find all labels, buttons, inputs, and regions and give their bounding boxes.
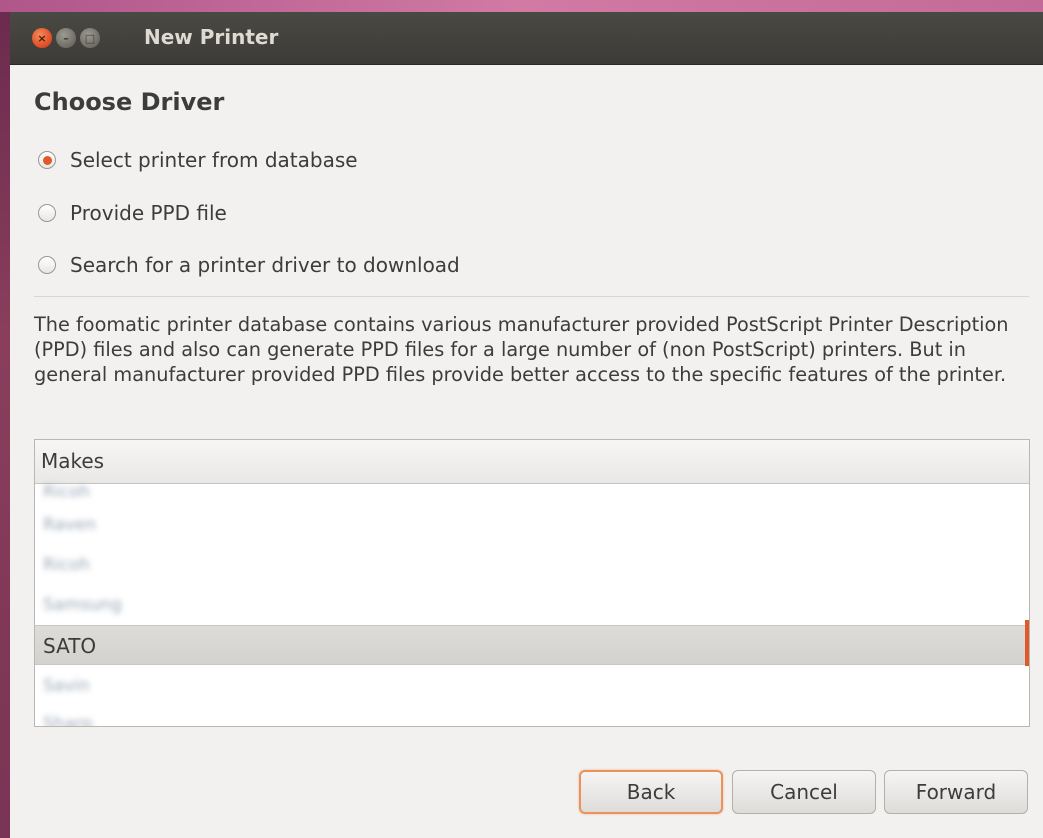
description-text: The foomatic printer database contains v… — [34, 313, 1009, 386]
option-provide-ppd-file[interactable]: Provide PPD file — [38, 201, 227, 225]
page-title: Choose Driver — [34, 88, 225, 116]
desktop-top-edge — [0, 0, 1043, 12]
option-label: Select printer from database — [70, 148, 358, 172]
radio-checked-icon[interactable] — [38, 151, 56, 169]
radio-unchecked-icon[interactable] — [38, 256, 56, 274]
option-search-driver-download[interactable]: Search for a printer driver to download — [38, 253, 460, 277]
title-bar: × – □ New Printer — [10, 12, 1043, 65]
back-button[interactable]: Back — [579, 770, 723, 814]
cancel-button[interactable]: Cancel — [732, 770, 876, 814]
radio-unchecked-icon[interactable] — [38, 204, 56, 222]
list-item[interactable]: Sharp — [35, 704, 1029, 726]
option-label: Provide PPD file — [70, 201, 227, 225]
minimize-icon[interactable]: – — [56, 28, 76, 48]
separator — [34, 296, 1029, 297]
close-icon[interactable]: × — [32, 28, 52, 48]
list-item[interactable]: Raven — [35, 505, 1029, 545]
desktop-background — [0, 0, 10, 838]
maximize-icon[interactable]: □ — [80, 28, 100, 48]
minimize-glyph: – — [63, 31, 69, 45]
window-title: New Printer — [144, 25, 279, 49]
list-item-selected[interactable]: SATO — [35, 625, 1029, 665]
list-item[interactable]: Savin — [35, 666, 1029, 706]
forward-button[interactable]: Forward — [884, 770, 1028, 814]
scrollbar-indicator[interactable] — [1025, 620, 1029, 666]
close-glyph: × — [37, 31, 47, 45]
new-printer-dialog: × – □ New Printer Choose Driver Select p… — [10, 12, 1043, 838]
option-label: Search for a printer driver to download — [70, 253, 460, 277]
list-item[interactable]: Ricoh — [35, 545, 1029, 585]
makes-list[interactable]: Makes Ricoh Raven Ricoh Samsung SATO Sav… — [34, 439, 1030, 727]
list-item[interactable]: Samsung — [35, 585, 1029, 625]
maximize-glyph: □ — [84, 31, 96, 45]
option-select-from-database[interactable]: Select printer from database — [38, 148, 358, 172]
